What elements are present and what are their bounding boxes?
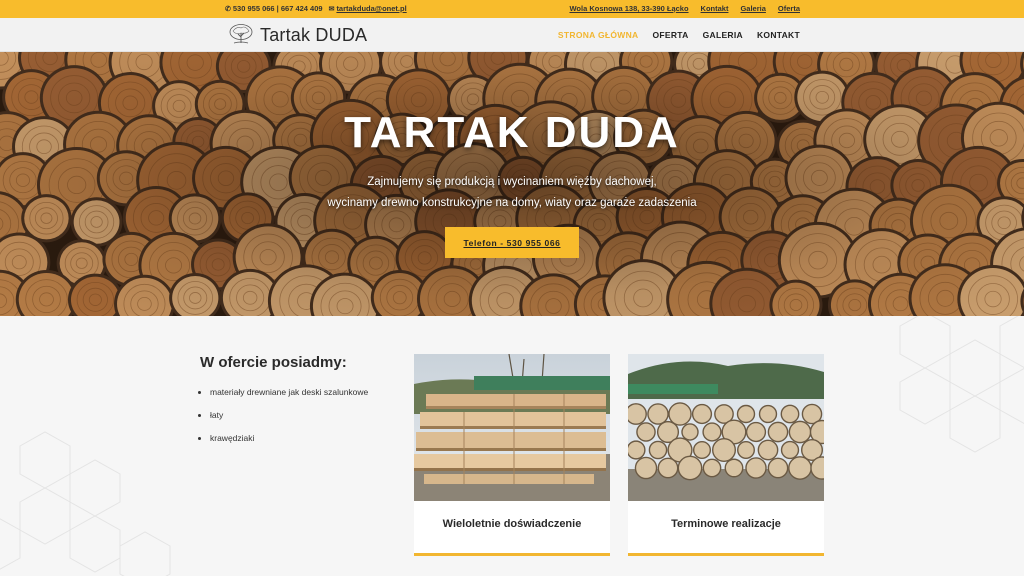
hero-section: TARTAK DUDA Zajmujemy się produkcją i wy…: [0, 52, 1024, 316]
contact-info: ✆ 530 955 066 | 667 424 409 ✉ tartakduda@o…: [225, 4, 407, 13]
top-bar: ✆ 530 955 066 | 667 424 409 ✉ tartakduda@o…: [0, 0, 1024, 18]
offer-item: materiały drewniane jak deski szalunkowe: [210, 387, 368, 397]
email-link[interactable]: tartakduda@onet.pl: [336, 4, 406, 13]
log-pile-photo: [628, 354, 824, 501]
offer-item: łaty: [210, 410, 368, 420]
feature-card-timely[interactable]: Terminowe realizacje: [628, 354, 824, 556]
hero-title: TARTAK DUDA: [344, 108, 680, 157]
address-link[interactable]: Wola Kosnowa 138, 33-390 Łącko: [569, 4, 688, 13]
main-nav: STRONA GŁÓWNA OFERTA GALERIA KONTAKT: [558, 30, 800, 40]
site-header: Tartak DUDA STRONA GŁÓWNA OFERTA GALERIA…: [0, 18, 1024, 52]
feature-card-experience[interactable]: Wieloletnie doświadczenie: [414, 354, 610, 556]
email-contact[interactable]: ✉ tartakduda@onet.pl: [329, 4, 407, 13]
offer-list-block: W ofercie posiadmy: materiały drewniane …: [200, 354, 368, 456]
hero-subtitle-line-1: Zajmujemy się produkcją i wycinaniem wię…: [367, 176, 657, 188]
nav-kontakt[interactable]: KONTAKT: [757, 30, 800, 40]
tree-logo-icon: [229, 24, 253, 44]
logo-text: Tartak DUDA: [260, 24, 368, 45]
phone-contact: ✆ 530 955 066 | 667 424 409: [225, 4, 323, 13]
stacked-lumber-photo: [414, 354, 610, 501]
nav-oferta[interactable]: OFERTA: [652, 30, 688, 40]
offer-list: materiały drewniane jak deski szalunkowe…: [200, 387, 368, 443]
hero-subtitle-line-2: wycinamy drewno konstrukcyjne na domy, w…: [327, 197, 697, 209]
phone-call-button[interactable]: Telefon - 530 955 066: [445, 227, 579, 258]
envelope-icon: ✉: [328, 5, 335, 13]
card-title: Terminowe realizacje: [671, 518, 781, 530]
offer-section: W ofercie posiadmy: materiały drewniane …: [0, 316, 1024, 576]
offer-item: krawędziaki: [210, 433, 368, 443]
phone-icon: ✆: [225, 5, 231, 13]
nav-galeria[interactable]: GALERIA: [703, 30, 743, 40]
top-links: Wola Kosnowa 138, 33-390 Łącko Kontakt G…: [569, 4, 800, 13]
nav-strona-glowna[interactable]: STRONA GŁÓWNA: [558, 30, 639, 40]
site-logo[interactable]: Tartak DUDA: [228, 23, 367, 47]
top-link-oferta[interactable]: Oferta: [778, 4, 800, 13]
card-title: Wieloletnie doświadczenie: [442, 518, 582, 530]
top-link-galeria[interactable]: Galeria: [740, 4, 765, 13]
top-link-kontakt[interactable]: Kontakt: [701, 4, 729, 13]
offer-heading: W ofercie posiadmy:: [200, 354, 347, 371]
phone-numbers: 530 955 066 | 667 424 409: [232, 4, 323, 13]
